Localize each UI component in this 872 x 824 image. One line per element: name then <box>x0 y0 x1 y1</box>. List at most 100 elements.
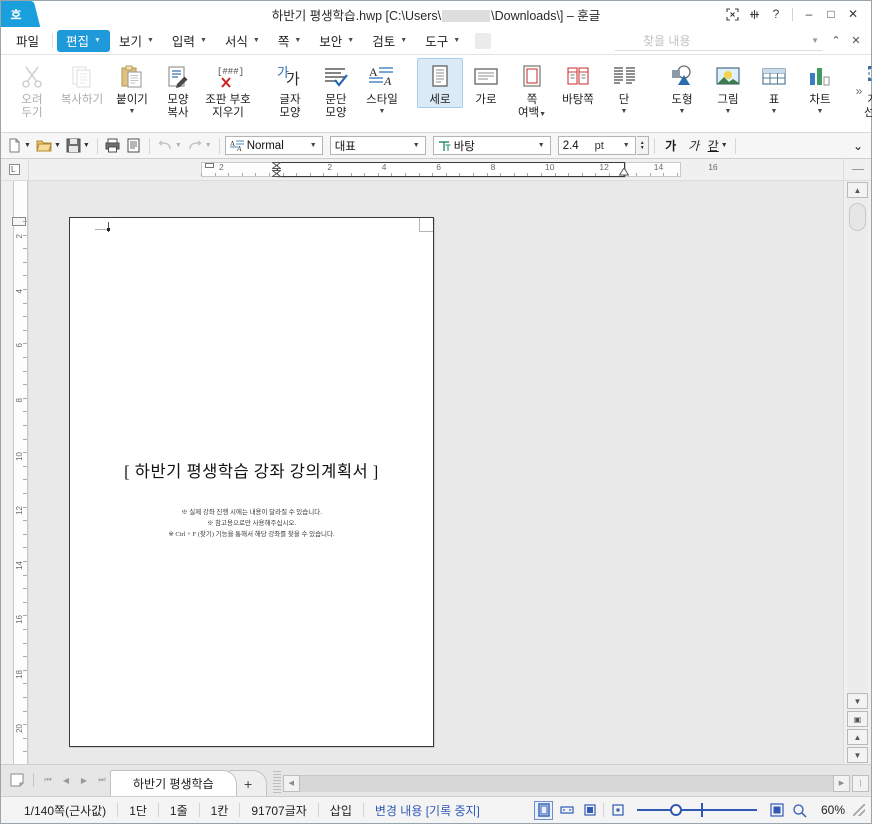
font-size-stepper[interactable]: ▲ ▼ <box>636 136 649 155</box>
split-window-button[interactable]: | <box>852 774 869 792</box>
vertical-ruler[interactable]: 24681012141618202224 <box>1 181 29 764</box>
chevron-down-icon[interactable]: ▼ <box>307 137 320 154</box>
single-page-view-button[interactable] <box>534 800 553 820</box>
collapse-ribbon-button[interactable]: ⌃ <box>827 32 845 50</box>
ruler-corner-button[interactable]: L <box>1 159 29 181</box>
picture-button[interactable]: 그림 ▼ <box>705 58 751 115</box>
menu-item-security[interactable]: 보안 ▼ <box>310 30 363 52</box>
menu-item-insert[interactable]: 입력 ▼ <box>163 30 216 52</box>
format-overflow-button[interactable]: ⌄ <box>849 136 867 156</box>
scroll-left-button[interactable]: ◀ <box>282 774 300 792</box>
undo-button[interactable]: ▼ <box>155 136 184 156</box>
vertical-scrollbar-thumb[interactable] <box>849 203 866 231</box>
help-button[interactable]: ? <box>765 3 787 25</box>
facing-pages-view-button[interactable] <box>557 801 576 820</box>
chevron-down-icon[interactable]: ▼ <box>535 137 548 154</box>
print-button[interactable] <box>103 136 123 156</box>
indent-marker[interactable] <box>272 162 281 177</box>
zoom-slider[interactable] <box>637 802 757 818</box>
scrollbar-grip[interactable] <box>272 771 281 795</box>
search-input[interactable]: 찾을 내용 ▼ <box>615 31 823 51</box>
menu-item-tools[interactable]: 도구 ▼ <box>416 30 469 52</box>
ribbon-overflow-button[interactable]: » <box>851 81 867 101</box>
magnifier-icon[interactable] <box>790 801 809 820</box>
chevron-down-icon[interactable]: ▼ <box>679 108 686 115</box>
redo-button[interactable]: ▼ <box>185 136 214 156</box>
horizontal-ruler[interactable]: 2 2 4 6 8 10 12 14 16 <box>29 159 843 181</box>
clear-marks-button[interactable]: [###] 조판 부호 지우기 <box>201 58 255 120</box>
chevron-down-icon[interactable]: ▼ <box>205 142 212 149</box>
chevron-down-icon[interactable]: ▼ <box>539 111 546 118</box>
document-tab-active[interactable]: 하반기 평생학습 <box>110 770 237 796</box>
underline-button[interactable]: 갇 ▼ <box>706 136 730 156</box>
menu-item-page[interactable]: 쪽 ▼ <box>269 30 310 52</box>
vertical-scrollbar-track[interactable] <box>847 199 868 692</box>
chevron-down-icon[interactable]: ▼ <box>620 137 633 154</box>
format-painter-button[interactable]: 모양 복사 <box>155 58 201 120</box>
char-shape-button[interactable]: 가 가 글자 모양 <box>267 58 313 120</box>
new-file-button[interactable]: ▼ <box>5 136 33 156</box>
menu-item-file[interactable]: 파일 <box>7 30 48 52</box>
document-canvas[interactable]: [ 하반기 평생학습 강좌 강의계획서 ] ※ 실제 강좌 진행 시에는 내용이… <box>29 181 843 764</box>
portrait-button[interactable]: 세로 <box>417 58 463 108</box>
chevron-down-icon[interactable]: ▼ <box>379 108 386 115</box>
horizontal-scrollbar-track[interactable] <box>299 774 833 792</box>
zoom-in-button[interactable] <box>767 801 786 820</box>
char-style-select[interactable]: 대표 ▼ <box>329 136 426 155</box>
paragraph-shape-button[interactable]: 문단 모양 <box>313 58 359 120</box>
status-change-tracking[interactable]: 변경 내용 [기록 중지] <box>364 802 491 819</box>
page-margin-button[interactable]: 쪽 여백▼ <box>509 58 555 120</box>
zoom-slider-handle[interactable] <box>670 804 682 816</box>
previous-page-button[interactable]: ▲ <box>847 729 868 745</box>
adjust-icon[interactable] <box>743 3 765 25</box>
chevron-down-icon[interactable]: ▼ <box>817 108 824 115</box>
paragraph-style-select[interactable]: A A Normal ▼ <box>224 136 323 155</box>
zoom-out-button[interactable] <box>608 801 627 820</box>
chevron-down-icon[interactable]: ▼ <box>725 108 732 115</box>
cut-button[interactable]: 오려 두기 <box>9 58 55 120</box>
window-resize-grip[interactable] <box>853 804 865 816</box>
menu-item-edit[interactable]: 편집 ▼ <box>57 29 110 52</box>
chevron-down-icon[interactable]: ▼ <box>811 36 823 45</box>
italic-button[interactable]: 가 <box>683 136 705 156</box>
first-tab-button[interactable]: ⏮ <box>40 770 56 790</box>
scroll-up-button[interactable]: ▲ <box>847 182 868 198</box>
full-width-view-button[interactable] <box>580 801 599 820</box>
menu-item-view[interactable]: 보기 ▼ <box>110 30 163 52</box>
zoom-level-value[interactable]: 60% <box>813 803 847 817</box>
prev-tab-button[interactable]: ◀ <box>58 770 74 790</box>
bold-button[interactable]: 가 <box>660 136 682 156</box>
landscape-button[interactable]: 가로 <box>463 58 509 107</box>
chevron-down-icon[interactable]: ▼ <box>129 108 136 115</box>
right-indent-marker[interactable] <box>619 168 629 180</box>
close-document-button[interactable]: ✕ <box>847 32 865 50</box>
print-preview-button[interactable] <box>124 136 144 156</box>
font-size-input[interactable]: 2.4 pt ▼ <box>557 136 636 155</box>
font-family-select[interactable]: 바탕 ▼ <box>432 136 551 155</box>
document-page[interactable]: [ 하반기 평생학습 강좌 강의계획서 ] ※ 실제 강좌 진행 시에는 내용이… <box>69 217 434 747</box>
open-file-button[interactable]: ▼ <box>34 136 63 156</box>
scroll-down-button[interactable]: ▼ <box>847 693 868 709</box>
scroll-right-button[interactable]: ▶ <box>833 774 850 792</box>
stepper-down-icon[interactable]: ▼ <box>640 145 645 151</box>
save-button[interactable]: ▼ <box>64 136 92 156</box>
chevron-down-icon[interactable]: ▼ <box>54 142 61 149</box>
expand-icon[interactable] <box>721 3 743 25</box>
page-navigator-button[interactable]: ▣ <box>847 711 868 727</box>
table-button[interactable]: 표 ▼ <box>751 58 797 115</box>
paste-button[interactable]: 붙이기 ▼ <box>109 58 155 115</box>
status-insert-mode[interactable]: 삽입 <box>319 802 363 819</box>
maximize-button[interactable]: □ <box>820 3 842 25</box>
close-button[interactable]: ✕ <box>842 3 864 25</box>
columns-button[interactable]: 단 ▼ <box>601 58 647 115</box>
last-tab-button[interactable]: ⏭ <box>94 770 110 790</box>
master-page-button[interactable]: 바탕쪽 <box>555 58 601 107</box>
next-page-button[interactable]: ▼ <box>847 747 868 763</box>
style-button[interactable]: A A 스타일 ▼ <box>359 58 405 115</box>
chart-button[interactable]: 차트 ▼ <box>797 58 843 115</box>
menu-item-format[interactable]: 서식 ▼ <box>216 30 269 52</box>
shape-button[interactable]: 도형 ▼ <box>659 58 705 115</box>
menu-item-review[interactable]: 검토 ▼ <box>363 30 416 52</box>
chevron-down-icon[interactable]: ▼ <box>175 142 182 149</box>
document-list-icon[interactable] <box>7 770 27 790</box>
